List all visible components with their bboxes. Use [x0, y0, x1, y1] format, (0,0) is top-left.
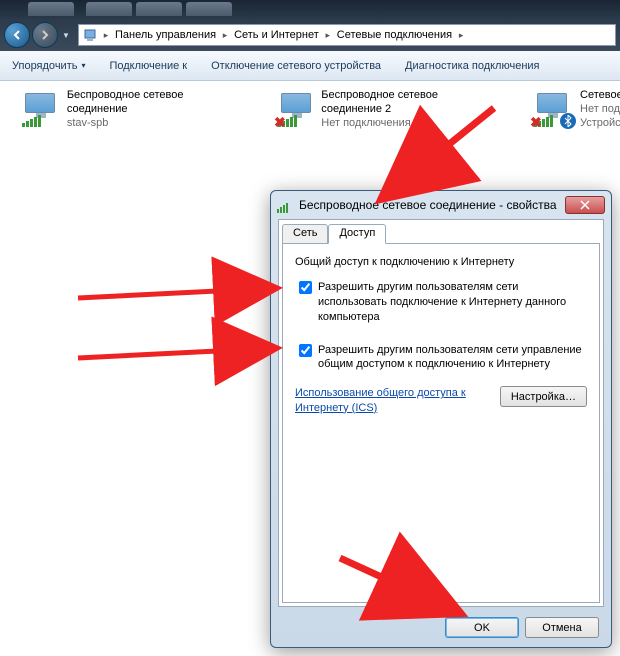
checkbox-label: Разрешить другим пользователям сети испо… — [318, 280, 587, 325]
close-button[interactable] — [565, 196, 605, 214]
breadcrumb[interactable]: ▸ Панель управления ▸ Сеть и Интернет ▸ … — [78, 24, 616, 46]
breadcrumb-item[interactable]: Панель управления — [111, 25, 220, 45]
cancel-button[interactable]: Отмена — [525, 617, 599, 638]
tab-content: Общий доступ к подключению к Интернету Р… — [282, 243, 600, 603]
dialog-titlebar[interactable]: Беспроводное сетевое соединение - свойст… — [271, 191, 611, 219]
connection-title: Беспроводное сетевое соединение — [67, 89, 242, 117]
toolbar-connect[interactable]: Подключение к — [97, 51, 199, 80]
connection-status: Нет подключения — [321, 117, 498, 131]
toolbar-diagnose[interactable]: Диагностика подключения — [393, 51, 551, 80]
connection-status: stav-spb — [67, 117, 242, 131]
window-thumbnail — [136, 2, 182, 16]
window-thumbnail — [28, 2, 74, 16]
chevron-right-icon: ▸ — [323, 30, 333, 41]
nav-history-dropdown[interactable]: ▼ — [60, 26, 72, 44]
settings-button[interactable]: Настройка… — [500, 386, 587, 407]
tab-row: Сеть Доступ — [282, 224, 386, 244]
window-thumbnail — [86, 2, 132, 16]
toolbar-disable[interactable]: Отключение сетевого устройства — [199, 51, 393, 80]
connection-device: Устройств — [580, 117, 620, 131]
dialog-title: Беспроводное сетевое соединение - свойст… — [299, 198, 565, 212]
tab-access[interactable]: Доступ — [328, 224, 386, 244]
network-connection-item[interactable]: Беспроводное сетевое соединениеstav-spb — [22, 89, 242, 130]
connection-status: Нет подкл — [580, 103, 620, 117]
chevron-right-icon: ▸ — [456, 30, 466, 41]
section-title: Общий доступ к подключению к Интернету — [295, 256, 587, 268]
dialog-body: Сеть Доступ Общий доступ к подключению к… — [278, 219, 604, 607]
breadcrumb-root-icon — [83, 27, 99, 43]
bluetooth-icon — [560, 113, 576, 129]
disabled-icon: ✖ — [530, 115, 544, 129]
network-adapter-icon: ✖ — [534, 89, 574, 129]
ok-button[interactable]: OK — [445, 617, 519, 638]
network-adapter-icon: ✖ — [278, 89, 315, 129]
connection-text: Беспроводное сетевое соединение 2Нет под… — [321, 89, 498, 130]
properties-dialog: Беспроводное сетевое соединение - свойст… — [270, 190, 612, 648]
nav-forward-button[interactable] — [32, 22, 58, 48]
network-connection-item[interactable]: ✖Беспроводное сетевое соединение 2Нет по… — [278, 89, 498, 130]
toolbar-organize[interactable]: Упорядочить — [0, 51, 97, 80]
connection-title: Сетевое п — [580, 89, 620, 103]
network-adapter-icon — [22, 89, 61, 129]
breadcrumb-item[interactable]: Сетевые подключения — [333, 25, 456, 45]
chevron-right-icon: ▸ — [101, 30, 111, 41]
checkbox-input[interactable] — [299, 344, 312, 357]
toolbar: Упорядочить Подключение к Отключение сет… — [0, 51, 620, 81]
wifi-icon — [277, 197, 293, 213]
disabled-icon: ✖ — [274, 115, 288, 129]
connection-text: Сетевое пНет подклУстройств — [580, 89, 620, 130]
network-connection-item[interactable]: ✖Сетевое пНет подклУстройств — [534, 89, 620, 130]
checkbox-allow-connection[interactable]: Разрешить другим пользователям сети испо… — [295, 280, 587, 325]
ics-help-link[interactable]: Использование общего доступа к Интернету… — [295, 386, 475, 415]
connection-title: Беспроводное сетевое соединение 2 — [321, 89, 498, 117]
checkbox-allow-control[interactable]: Разрешить другим пользователям сети упра… — [295, 343, 587, 373]
checkbox-label: Разрешить другим пользователям сети упра… — [318, 343, 587, 373]
chevron-right-icon: ▸ — [220, 30, 230, 41]
nav-header: ▼ ▸ Панель управления ▸ Сеть и Интернет … — [0, 19, 620, 51]
connection-text: Беспроводное сетевое соединениеstav-spb — [67, 89, 242, 130]
nav-back-button[interactable] — [4, 22, 30, 48]
tab-network[interactable]: Сеть — [282, 224, 328, 244]
checkbox-input[interactable] — [299, 281, 312, 294]
breadcrumb-item[interactable]: Сеть и Интернет — [230, 25, 323, 45]
window-thumbnail — [186, 2, 232, 16]
